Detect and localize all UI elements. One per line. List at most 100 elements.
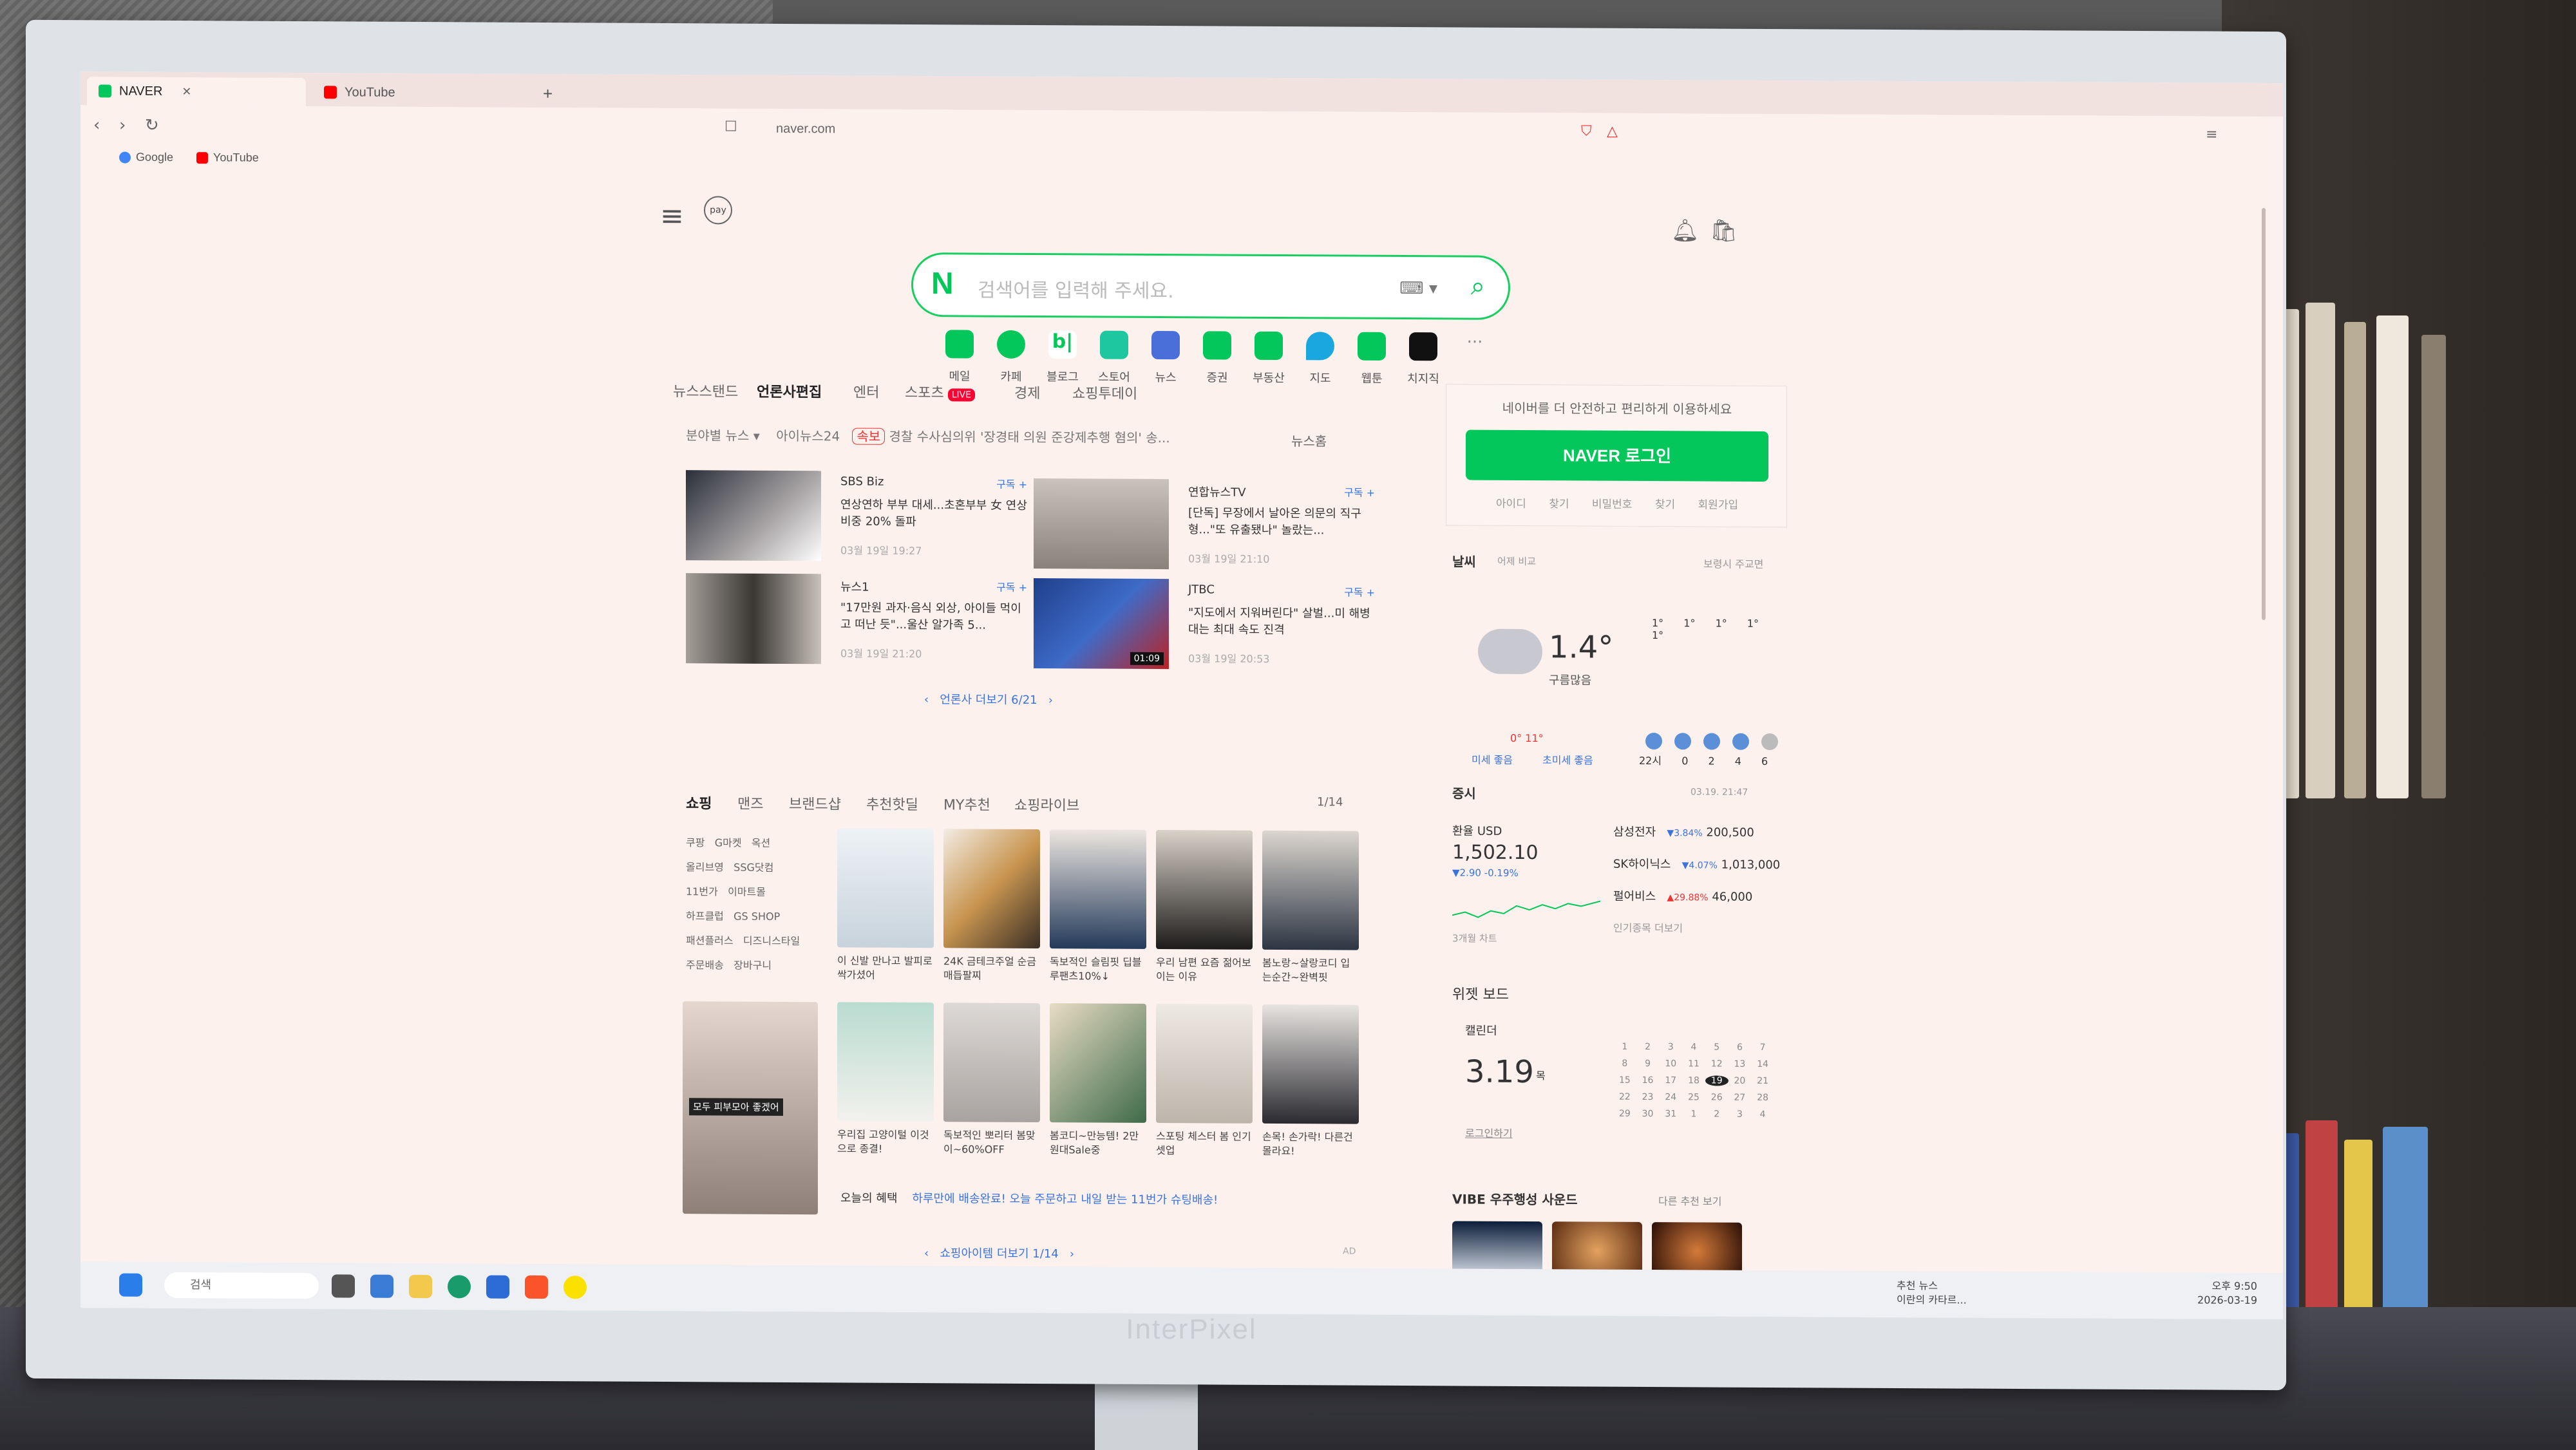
scrollbar-thumb[interactable]	[2262, 207, 2266, 621]
filter-dropdown[interactable]: 분야별 뉴스	[686, 428, 749, 444]
shop-link[interactable]: 쿠팡	[686, 836, 705, 849]
product-card[interactable]: 이 신발 만나고 발피로 싹가셨어	[837, 828, 934, 983]
news-card[interactable]: SBS Biz 구독 + 연상연하 부부 대세...초혼부부 女 연상 비중 2…	[686, 470, 1034, 569]
url-field[interactable]: naver.com	[750, 117, 1716, 146]
subscribe-button[interactable]: 구독 +	[1344, 484, 1375, 500]
search-input[interactable]: 검색어를 입력해 주세요.	[978, 274, 1174, 304]
news-title[interactable]: "지도에서 지워버린다" 살벌...미 해병대는 최대 속도 진격	[1188, 605, 1375, 639]
news-ticker[interactable]: 분야별 뉴스 ▾ 아이뉴스24 속보 경찰 수사심의위 '장경태 의원 준강제추…	[686, 425, 1170, 446]
search-icon[interactable]: ⌕	[1471, 272, 1485, 301]
bookmark-youtube[interactable]: YouTube	[196, 151, 259, 165]
bookmark-google[interactable]: Google	[119, 151, 173, 164]
promo-video-thumbnail[interactable]: 모두 피부모아 좋겠어	[683, 1001, 818, 1215]
shop-link[interactable]: 장바구니	[734, 959, 772, 972]
widget-login-link[interactable]: 로그인하기	[1465, 1125, 1513, 1140]
windows-start-icon[interactable]	[119, 1273, 142, 1297]
product-card[interactable]: 우리집 고양이털 이것으로 종결!	[837, 1002, 934, 1156]
taskbar-search[interactable]: 검색	[164, 1272, 319, 1299]
shop-link[interactable]: 이마트몰	[728, 886, 766, 898]
tab-shopping[interactable]: 쇼핑	[686, 792, 712, 813]
news-card[interactable]: 연합뉴스TV 구독 + [단독] 무장에서 날아온 의문의 직구형..."또 유…	[1034, 478, 1381, 577]
keyboard-icon[interactable]: ⌨ ▾	[1399, 279, 1437, 298]
service-chzzk[interactable]: 치지직	[1401, 332, 1446, 386]
service-mail[interactable]: 메일	[937, 330, 982, 384]
tab-hotdeal[interactable]: 추천핫딜	[866, 793, 918, 814]
reload-icon[interactable]: ↻	[145, 116, 159, 135]
bookmark-icon[interactable]: ☐	[724, 118, 737, 135]
pay-icon[interactable]: pay	[704, 196, 732, 225]
service-cafe[interactable]: 카페	[989, 330, 1034, 384]
news-title[interactable]: "17만원 과자·음식 외상, 아이들 먹이고 떠난 듯"...울산 알가족 5…	[840, 599, 1027, 634]
file-explorer-icon[interactable]	[409, 1274, 432, 1299]
shop-link[interactable]: 하프클럽	[686, 910, 724, 922]
service-map[interactable]: 지도	[1298, 332, 1343, 386]
find-id-link[interactable]: 아이디 찾기	[1496, 498, 1569, 511]
product-card[interactable]: 손목! 손가락! 다른건 몰라요!	[1262, 1004, 1359, 1159]
shop-link[interactable]: 11번가	[686, 885, 718, 898]
tab-mens[interactable]: 맨즈	[737, 793, 763, 813]
product-card[interactable]: 스포팅 체스터 봄 인기 셋업	[1156, 1004, 1253, 1158]
more-stocks-link[interactable]: 인기종목 더보기	[1613, 919, 1683, 936]
naver-login-button[interactable]: NAVER 로그인	[1466, 429, 1768, 482]
subscribe-button[interactable]: 구독 +	[996, 476, 1027, 491]
tab-naver[interactable]: NAVER ✕	[87, 77, 306, 107]
tab-sports[interactable]: 스포츠 LIVE	[905, 381, 976, 402]
rewards-icon[interactable]: △	[1607, 124, 1618, 140]
weather-location[interactable]: 보령시 주교면	[1703, 555, 1763, 570]
menu-icon[interactable]: ≡	[2206, 127, 2217, 143]
stock-widget[interactable]: 증시 03.19. 21:47 환율 USD 1,502.10 ▼2.90 -0…	[1446, 777, 1787, 972]
edge-icon[interactable]	[448, 1275, 471, 1299]
shop-link[interactable]: 올리브영	[686, 861, 724, 873]
tab-my-recommend[interactable]: MY추천	[943, 793, 990, 814]
brave-shield-icon[interactable]: ⛉	[1581, 123, 1592, 139]
news-card[interactable]: 뉴스1 구독 + "17만원 과자·음식 외상, 아이들 먹이고 떠난 듯"..…	[686, 573, 1034, 672]
stock-row[interactable]: SK하이닉스 ▼4.07% 1,013,000	[1613, 855, 1780, 872]
store-icon[interactable]	[486, 1275, 509, 1299]
shop-link[interactable]: 패션플러스	[686, 934, 734, 946]
forward-icon[interactable]: ›	[119, 116, 126, 135]
widgets-icon[interactable]	[370, 1274, 393, 1298]
weather-widget[interactable]: 날씨 어제 비교 보령시 주교면 1.4° 구름많음 1° 1° 1° 1° 1…	[1446, 545, 1787, 767]
product-card[interactable]: 봄노랑~살랑코디 입는순간~완벽핏	[1262, 830, 1359, 985]
shop-link[interactable]: 주문배송	[686, 959, 724, 971]
search-box[interactable]: N 검색어를 입력해 주세요. ⌨ ▾ ⌕	[911, 252, 1510, 320]
new-tab-button[interactable]: +	[531, 79, 564, 108]
vibe-title[interactable]: VIBE 우주행성 사운드	[1452, 1189, 1578, 1208]
stock-row[interactable]: 펄어비스 ▲29.88% 46,000	[1613, 887, 1752, 905]
vibe-more-link[interactable]: 다른 추천 보기	[1658, 1192, 1722, 1209]
service-blog[interactable]: b| 블로그	[1040, 330, 1085, 384]
task-view-icon[interactable]	[332, 1274, 355, 1298]
news-home-link[interactable]: 뉴스홈	[1291, 431, 1327, 449]
tab-entertainment[interactable]: 엔터	[853, 381, 879, 402]
shopping-pager[interactable]: ‹ 쇼핑아이템 더보기 1/14 ›	[924, 1244, 1074, 1261]
tab-press-edit[interactable]: 언론사편집	[757, 381, 822, 402]
subscribe-button[interactable]: 구독 +	[1344, 584, 1375, 599]
news-widget[interactable]: 추천 뉴스 이란의 카타르...	[1897, 1279, 1967, 1308]
brave-icon[interactable]	[525, 1275, 548, 1299]
scrollbar[interactable]	[2260, 182, 2267, 1270]
news-title[interactable]: 연상연하 부부 대세...초혼부부 女 연상 비중 20% 돌파	[840, 496, 1027, 531]
product-card[interactable]: 봄코디~만능템! 2만원대Sale중	[1050, 1003, 1146, 1158]
hamburger-icon[interactable]: ≡	[660, 200, 684, 232]
kakaotalk-icon[interactable]	[564, 1276, 587, 1299]
news-card[interactable]: 01:09 JTBC 구독 + "지도에서 지워버린다" 살벌...미 해병대는…	[1034, 578, 1381, 677]
service-store[interactable]: 스토어	[1092, 330, 1137, 384]
tab-shopping-today[interactable]: 쇼핑투데이	[1072, 382, 1137, 403]
service-news[interactable]: 뉴스	[1143, 330, 1188, 385]
back-icon[interactable]: ‹	[93, 115, 100, 135]
subscribe-button[interactable]: 구독 +	[996, 579, 1027, 594]
product-card[interactable]: 독보적인 뽀리터 봄맞이~60%OFF	[943, 1003, 1040, 1157]
tab-economy[interactable]: 경제	[1014, 382, 1040, 402]
stock-row[interactable]: 삼성전자 ▼3.84% 200,500	[1613, 823, 1754, 840]
shop-link[interactable]: 디즈니스타일	[743, 935, 800, 947]
tab-youtube[interactable]: YouTube	[312, 78, 531, 108]
tab-shopping-live[interactable]: 쇼핑라이브	[1014, 794, 1079, 815]
cart-icon[interactable]: 🛍︎	[1710, 218, 1738, 244]
find-password-link[interactable]: 비밀번호 찾기	[1592, 498, 1675, 512]
service-stock[interactable]: 증권	[1195, 331, 1240, 385]
bell-icon[interactable]: 🔔︎	[1671, 218, 1699, 243]
shop-link[interactable]: 옥션	[752, 837, 770, 849]
product-card[interactable]: 독보적인 슬림핏 딥블루팬츠10%↓	[1050, 829, 1146, 984]
ticker-text[interactable]: 경찰 수사심의위 '장경태 의원 준강제추행 혐의' 송...	[889, 429, 1170, 446]
product-card[interactable]: 우리 남편 요즘 젊어보이는 이유	[1156, 830, 1253, 984]
